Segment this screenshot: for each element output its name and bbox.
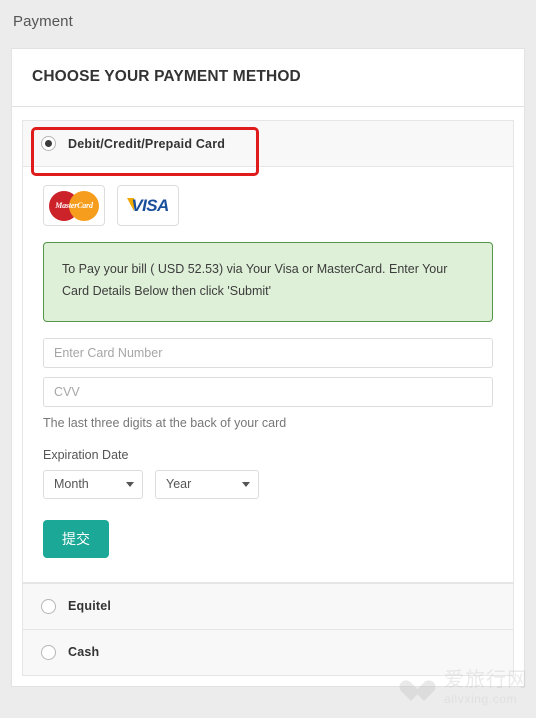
payment-method-equitel-label: Equitel: [68, 599, 112, 614]
panel-heading-text: CHOOSE YOUR PAYMENT METHOD: [32, 68, 301, 85]
expiration-month-select[interactable]: Month: [43, 469, 143, 499]
watermark-en: ailvxing.com: [444, 692, 518, 707]
card-details-form: MasterCard VISA To Pay your bill ( USD 5…: [22, 167, 514, 583]
panel-heading: CHOOSE YOUR PAYMENT METHOD: [12, 49, 524, 107]
cvv-input[interactable]: [43, 376, 493, 407]
radio-card-icon[interactable]: [41, 136, 56, 151]
expiration-year-value: Year: [155, 469, 259, 499]
submit-button[interactable]: 提交: [43, 519, 109, 558]
page-title: Payment: [13, 13, 73, 30]
payment-info-alert: To Pay your bill ( USD 52.53) via Your V…: [43, 242, 493, 322]
panel-body: Debit/Credit/Prepaid Card MasterCard VIS…: [12, 107, 524, 686]
cvv-help-text: The last three digits at the back of you…: [43, 415, 287, 430]
card-number-input[interactable]: [43, 337, 493, 368]
payment-method-cash-label: Cash: [68, 645, 100, 660]
visa-icon: VISA: [127, 195, 169, 216]
payment-method-equitel[interactable]: Equitel: [22, 582, 514, 630]
mastercard-icon: MasterCard: [49, 190, 99, 221]
radio-cash-icon[interactable]: [41, 644, 56, 660]
expiration-selects: Month Year: [43, 469, 493, 499]
visa-wordmark: VISA: [131, 195, 169, 215]
radio-equitel-icon[interactable]: [41, 598, 56, 614]
card-logos: MasterCard VISA: [43, 185, 493, 226]
expiration-month-value: Month: [43, 469, 143, 499]
mastercard-logo-box: MasterCard: [43, 185, 105, 226]
payment-panel: CHOOSE YOUR PAYMENT METHOD Debit/Credit/…: [11, 48, 525, 687]
mastercard-wordmark: MasterCard: [55, 200, 93, 210]
expiration-year-select[interactable]: Year: [155, 469, 259, 499]
visa-logo-box: VISA: [117, 185, 179, 226]
payment-method-card-label: Debit/Credit/Prepaid Card: [68, 136, 226, 151]
payment-method-card[interactable]: Debit/Credit/Prepaid Card: [22, 120, 514, 167]
expiration-date-label: Expiration Date: [43, 447, 129, 462]
payment-info-alert-text: To Pay your bill ( USD 52.53) via Your V…: [62, 262, 448, 298]
payment-method-cash[interactable]: Cash: [22, 629, 514, 676]
